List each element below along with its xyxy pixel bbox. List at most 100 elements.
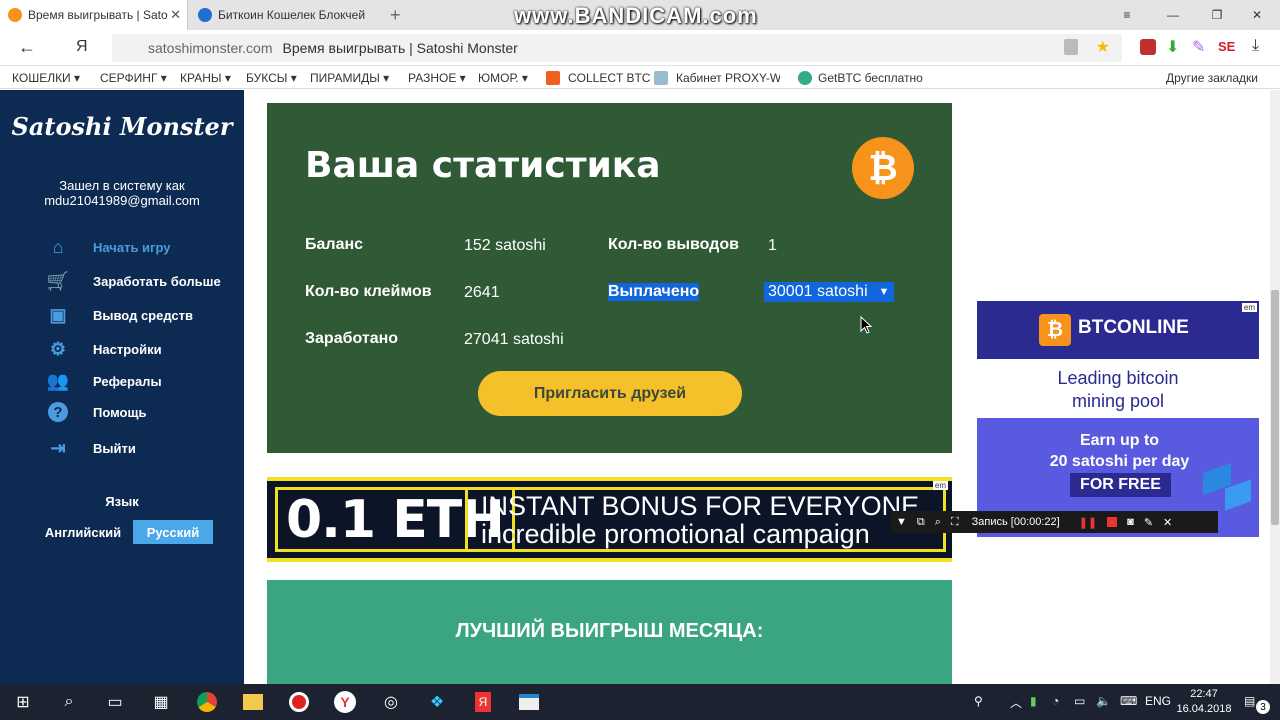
task-view-icon[interactable]: ▭ bbox=[92, 684, 138, 720]
recorder-collapse-icon[interactable]: ▼ bbox=[896, 516, 907, 528]
nav-label: Вывод средств bbox=[93, 307, 194, 323]
stats-title: Ваша статистика bbox=[305, 145, 661, 186]
folder-icon[interactable] bbox=[230, 684, 276, 720]
nav-logout[interactable]: ⇥ Выйти bbox=[46, 437, 135, 459]
balance-value: 152 satoshi bbox=[464, 237, 546, 254]
windows-taskbar: ⊞ ⌕ ▭ ▦ Y ◎ ❖ Я ⚲ ︿ ▮ ◔ ▭ 🔈 ⌨ ENG 22:47 … bbox=[0, 684, 1280, 720]
site-logo[interactable]: Satoshi Monster bbox=[0, 112, 244, 141]
bookmark-proxy[interactable]: Кабинет PROXY-W bbox=[676, 71, 780, 85]
new-tab-button[interactable]: + bbox=[382, 0, 402, 30]
nav-referrals[interactable]: 👥 Рефералы bbox=[46, 370, 162, 392]
ad-badge[interactable]: em bbox=[1241, 303, 1257, 312]
extension-red-icon[interactable] bbox=[1140, 39, 1156, 55]
tray-keyboard-icon[interactable]: ⌨ bbox=[1120, 694, 1137, 708]
target-app-icon[interactable]: ◎ bbox=[368, 684, 414, 720]
chrome-icon[interactable] bbox=[184, 684, 230, 720]
tray-network-icon[interactable]: ▭ bbox=[1074, 694, 1085, 708]
yandex-browser-icon[interactable]: Y bbox=[322, 684, 368, 720]
language-indicator[interactable]: ENG bbox=[1145, 694, 1171, 708]
bookmark-raznoe[interactable]: РАЗНОЕ ▾ bbox=[408, 71, 466, 85]
nav-withdraw[interactable]: ▣ Вывод средств bbox=[46, 304, 193, 326]
url-page-title: Время выигрывать | Satoshi Monster bbox=[282, 40, 518, 56]
bookmark-getbtc[interactable]: GetBTC бесплатно bbox=[818, 71, 923, 85]
dropdown-arrow-icon[interactable]: ▼ bbox=[876, 284, 892, 300]
recorder-zoom-icon[interactable]: ⌕ bbox=[935, 516, 941, 529]
recorder-region-icon[interactable]: ⛶ bbox=[951, 516, 959, 529]
ad-earn-text: Earn up to 20 satoshi per day bbox=[1017, 430, 1222, 472]
home-icon: ⌂ bbox=[52, 236, 64, 257]
search-icon[interactable]: ⌕ bbox=[46, 684, 92, 720]
ad-brand: BTCONLINE bbox=[1078, 317, 1189, 338]
btconline-ad[interactable]: ₿ BTCONLINE em Leading bitcoin mining po… bbox=[977, 301, 1259, 537]
notifications-icon[interactable]: ▤ bbox=[1244, 694, 1255, 708]
recorder-window-icon[interactable]: ⧉ bbox=[917, 516, 925, 529]
menu-icon[interactable]: ≡ bbox=[1104, 0, 1150, 30]
nav-settings[interactable]: ⚙ Настройки bbox=[46, 338, 162, 360]
nav-earn-more[interactable]: 🛒 Заработать больше bbox=[46, 270, 221, 292]
ad-header: ₿ BTCONLINE em bbox=[977, 301, 1259, 359]
bookmark-buksy[interactable]: БУКСЫ ▾ bbox=[246, 71, 297, 85]
taskbar-clock[interactable]: 22:47 16.04.2018 bbox=[1176, 687, 1232, 717]
yandex-icon[interactable]: Я bbox=[76, 38, 88, 56]
blogger-icon bbox=[546, 71, 560, 85]
earned-label: Заработано bbox=[305, 330, 399, 347]
tray-battery-icon[interactable]: ▮ bbox=[1030, 694, 1037, 708]
windows-start-icon[interactable]: ⊞ bbox=[0, 684, 46, 720]
downloads-icon[interactable]: ⤓ bbox=[1252, 37, 1259, 55]
nav-help[interactable]: ? Помощь bbox=[46, 401, 146, 423]
window-app-icon[interactable] bbox=[506, 684, 552, 720]
minimize-icon[interactable]: — bbox=[1150, 0, 1196, 30]
tray-volume-icon[interactable]: 🔈 bbox=[1096, 694, 1111, 708]
lang-russian-button[interactable]: Русский bbox=[133, 520, 213, 544]
url-field[interactable]: satoshimonster.com Время выигрывать | Sa… bbox=[112, 34, 1122, 62]
clock-date: 16.04.2018 bbox=[1176, 703, 1232, 715]
pen-icon[interactable]: ✎ bbox=[1192, 37, 1205, 57]
tab-satoshi-monster[interactable]: Время выигрывать | Sato ✕ bbox=[0, 0, 188, 30]
ad-earn-line2: 20 satoshi per day bbox=[1049, 453, 1190, 470]
tray-overflow-icon[interactable]: ︿ bbox=[1010, 694, 1022, 711]
kodi-icon[interactable]: ❖ bbox=[414, 684, 460, 720]
recorder-status: Запись [00:00:22] bbox=[971, 516, 1060, 528]
login-caption: Зашел в систему как bbox=[59, 178, 185, 193]
nav-label: Начать игру bbox=[93, 239, 171, 255]
bookmark-yumor[interactable]: ЮМОР. ▾ bbox=[478, 71, 528, 85]
scrollbar-thumb[interactable] bbox=[1271, 290, 1279, 525]
bitcoin-icon: ₿ bbox=[852, 137, 914, 199]
help-icon: ? bbox=[46, 401, 70, 423]
nav-label: Настройки bbox=[93, 341, 162, 357]
close-window-icon[interactable]: ✕ bbox=[1234, 0, 1280, 30]
record-app-icon[interactable] bbox=[276, 684, 322, 720]
recorder-close-icon[interactable]: ✕ bbox=[1163, 516, 1172, 529]
tray-wifi-icon[interactable]: ◔ bbox=[1052, 694, 1059, 708]
close-tab-icon[interactable]: ✕ bbox=[170, 7, 181, 23]
paid-value[interactable]: 30001 satoshi ▼ bbox=[764, 282, 894, 302]
invite-friends-button[interactable]: Пригласить друзей bbox=[478, 371, 742, 416]
people-tray-icon[interactable]: ⚲ bbox=[974, 694, 983, 708]
camera-icon[interactable]: ◙ bbox=[1127, 516, 1134, 528]
bookmark-krany[interactable]: КРАНЫ ▾ bbox=[180, 71, 231, 85]
eth-promo-banner[interactable]: 0.1 ETH INSTANT BONUS FOR EVERYONE incre… bbox=[267, 477, 952, 562]
claims-label: Кол-во клеймов bbox=[305, 283, 432, 300]
monthly-winner-card: ЛУЧШИЙ ВЫИГРЫШ МЕСЯЦА: bbox=[267, 580, 952, 684]
app-icon[interactable]: ▦ bbox=[138, 684, 184, 720]
tab-title: Время выигрывать | Sato bbox=[28, 8, 168, 22]
nav-start-game[interactable]: ⌂ Начать игру bbox=[46, 236, 171, 258]
yandex-app-icon[interactable]: Я bbox=[460, 684, 506, 720]
extension-se-icon[interactable]: SE bbox=[1218, 39, 1235, 54]
bookmark-collect-btc[interactable]: COLLECT BTC bbox=[568, 71, 650, 85]
satoshi-favicon-icon bbox=[8, 8, 22, 22]
lock-icon[interactable] bbox=[1064, 39, 1078, 55]
stop-icon[interactable] bbox=[1107, 517, 1118, 527]
draw-icon[interactable]: ✎ bbox=[1144, 516, 1153, 529]
pause-icon[interactable]: ❚❚ bbox=[1079, 516, 1097, 529]
bookmark-serfing[interactable]: СЕРФИНГ ▾ bbox=[100, 71, 167, 85]
ad-badge[interactable]: em bbox=[932, 481, 948, 490]
bookmark-piramidy[interactable]: ПИРАМИДЫ ▾ bbox=[310, 71, 389, 85]
bookmark-koshelki[interactable]: КОШЕЛКИ ▾ bbox=[12, 71, 80, 85]
tab-blockchain[interactable]: Биткоин Кошелек Блокчей bbox=[190, 0, 380, 30]
star-icon[interactable]: ★ bbox=[1096, 37, 1110, 57]
lang-english-button[interactable]: Английский bbox=[40, 520, 126, 544]
back-icon[interactable]: ← bbox=[18, 37, 36, 58]
download-arrow-icon[interactable]: ⬇ bbox=[1166, 37, 1179, 57]
other-bookmarks[interactable]: Другие закладки bbox=[1166, 71, 1258, 85]
